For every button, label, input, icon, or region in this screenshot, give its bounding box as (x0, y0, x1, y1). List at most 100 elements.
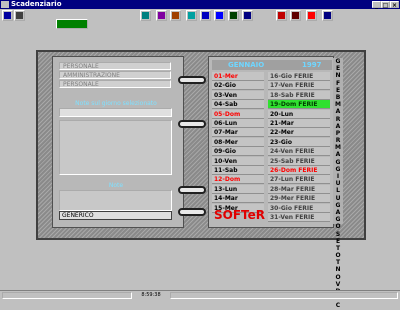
maximize-button[interactable]: □ (381, 1, 390, 9)
month-tab-letter[interactable]: U (333, 180, 343, 187)
month-tab-letter[interactable]: E (333, 65, 343, 72)
month-tab-letter[interactable]: E (333, 87, 343, 94)
option-amministrazione[interactable]: AMMINISTRAZIONE (59, 71, 171, 79)
col1-1[interactable]: 02-Gio (212, 81, 264, 91)
month-tab-letter[interactable]: R (333, 116, 343, 123)
month-tab-letter[interactable]: O (333, 274, 343, 281)
col1-8[interactable]: 09-Gio (212, 147, 264, 157)
col2-3[interactable]: 19-Dom FERIE (268, 100, 330, 110)
col1-12[interactable]: 13-Lun (212, 184, 264, 194)
col1-9[interactable]: 10-Ven (212, 156, 264, 166)
month-tab-letter[interactable]: A (333, 151, 343, 158)
month-tab-letter[interactable]: A (333, 123, 343, 130)
month-tab-letter[interactable]: N (333, 72, 343, 79)
month-tab-letter[interactable]: N (333, 266, 343, 273)
month-tab-letter[interactable]: E (333, 238, 343, 245)
month-tab-letter[interactable]: M (333, 144, 343, 151)
month-tab-letter[interactable]: M (333, 101, 343, 108)
chart-icon[interactable] (140, 10, 151, 21)
col1-11[interactable]: 12-Dom (212, 175, 264, 185)
day-notes-label: Note sul giorno selezionato (75, 100, 157, 107)
month-header: GENNAIO 1997 (212, 60, 332, 70)
col2-12[interactable]: 28-Mar FERIE (268, 184, 330, 194)
month-tab-letter[interactable]: P (333, 130, 343, 137)
col1-7[interactable]: 08-Mer (212, 137, 264, 147)
col2-2[interactable]: 18-Sab FERIE (268, 90, 330, 100)
col2-0[interactable]: 16-Gio FERIE (268, 72, 330, 81)
col1-5[interactable]: 06-Lun (212, 119, 264, 128)
month-tab-letter[interactable]: G (333, 216, 343, 223)
softer-logo: SOFTeR (214, 208, 266, 222)
binder-ring-4 (178, 208, 206, 216)
list-icon[interactable] (214, 10, 225, 21)
card-icon[interactable] (170, 10, 181, 21)
main-button[interactable] (56, 19, 88, 29)
col2-11[interactable]: 27-Lun FERIE (268, 175, 330, 185)
month-tab-letter[interactable]: T (333, 259, 343, 266)
col2-13[interactable]: 29-Mer FERIE (268, 194, 330, 204)
month-tab-letter[interactable]: F (333, 80, 343, 87)
day-note-area[interactable] (59, 120, 172, 175)
month-tab-letter[interactable]: L (333, 187, 343, 194)
col2-5[interactable]: 21-Mar (268, 119, 330, 128)
month-tab-letter[interactable]: I (333, 173, 343, 180)
col2-4[interactable]: 20-Lun (268, 109, 330, 119)
chart-icon[interactable] (2, 10, 13, 21)
col1-13[interactable]: 14-Mar (212, 194, 264, 204)
minimize-button[interactable]: _ (372, 1, 381, 9)
month-tab-letter[interactable]: S (333, 231, 343, 238)
col2-7[interactable]: 23-Gio (268, 137, 330, 147)
month-tab-letter[interactable]: C (333, 302, 343, 309)
month-tab-letter[interactable]: R (333, 137, 343, 144)
flag-icon[interactable] (306, 10, 317, 21)
calendar-icon[interactable] (186, 10, 197, 21)
month-tab-letter[interactable]: G (333, 58, 343, 65)
day-note-field[interactable] (59, 108, 172, 117)
month-tab-letter[interactable]: T (333, 245, 343, 252)
binder-ring-1 (178, 76, 206, 84)
print-icon[interactable] (200, 10, 211, 21)
col1-6[interactable]: 07-Mar (212, 128, 264, 138)
option-personale-2[interactable]: PERSONALE (59, 80, 171, 88)
notes-area[interactable] (59, 190, 172, 211)
month-tab-letter[interactable]: G (333, 202, 343, 209)
mail-icon[interactable] (156, 10, 167, 21)
close-button[interactable]: × (390, 1, 399, 9)
col1-0[interactable]: 01-Mer (212, 72, 264, 81)
month-tab-letter[interactable]: O (333, 223, 343, 230)
month-tab-letter[interactable]: G (333, 166, 343, 173)
card2-icon[interactable] (290, 10, 301, 21)
month-tab-letter[interactable]: O (333, 252, 343, 259)
month-tab-letter[interactable]: A (333, 209, 343, 216)
user-icon[interactable] (242, 10, 253, 21)
col2-6[interactable]: 22-Mer (268, 128, 330, 138)
col1-10[interactable]: 11-Sab (212, 166, 264, 175)
toolbar (0, 9, 400, 29)
month-tab-letter[interactable]: B (333, 94, 343, 101)
col2-9[interactable]: 25-Sab FERIE (268, 156, 330, 166)
window-title: Scadenziario (11, 0, 62, 8)
month-tab-letter[interactable]: G (333, 159, 343, 166)
status-bar: 8:59:38 (0, 290, 400, 301)
month-tab-letter[interactable]: V (333, 281, 343, 288)
app-icon[interactable] (1, 1, 9, 8)
save-icon[interactable] (14, 10, 25, 21)
phone-icon[interactable] (228, 10, 239, 21)
col2-10[interactable]: 26-Dom FERIE (268, 166, 330, 175)
cancel-icon[interactable] (276, 10, 287, 21)
category-field[interactable]: GENERICO (59, 211, 172, 220)
month-tab-letter[interactable]: U (333, 195, 343, 202)
binder-ring-2 (178, 120, 206, 128)
col2-1[interactable]: 17-Ven FERIE (268, 81, 330, 91)
col1-4[interactable]: 05-Dom (212, 109, 264, 119)
col1-3[interactable]: 04-Sab (212, 100, 264, 110)
option-personale[interactable]: PERSONALE (59, 62, 171, 70)
col2-14[interactable]: 30-Gio FERIE (268, 203, 330, 213)
col1-2[interactable]: 03-Ven (212, 90, 264, 100)
help-icon[interactable] (322, 10, 333, 21)
col2-8[interactable]: 24-Ven FERIE (268, 147, 330, 157)
col2-15[interactable]: 31-Ven FERIE (268, 213, 330, 222)
month-tab-letter[interactable]: A (333, 108, 343, 115)
month-index-tabs: GENFEBMARAPRMAGGIULUGAGOSETOTNOVDIC (333, 58, 343, 309)
month-name: GENNAIO (228, 61, 265, 69)
